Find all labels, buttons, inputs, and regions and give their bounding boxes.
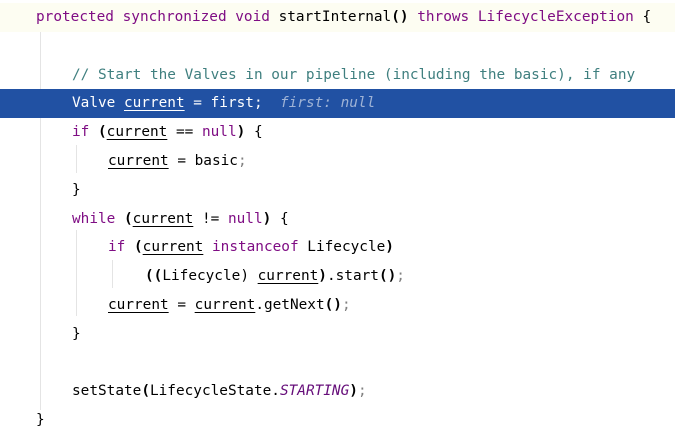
code-token: .start [326, 268, 379, 285]
code-token: if [108, 239, 134, 256]
code-editor[interactable]: protected synchronized void startInterna… [0, 0, 675, 427]
code-line[interactable]: } [0, 406, 675, 427]
code-token: ; [357, 383, 367, 400]
code-line[interactable]: } [0, 176, 675, 205]
code-token: current [257, 268, 319, 285]
code-token: ( [123, 210, 133, 227]
code-token: ( [134, 239, 143, 256]
code-text: while (current != null) { [72, 205, 289, 234]
code-token: ) [349, 383, 358, 400]
code-token: current [108, 153, 169, 169]
code-line[interactable]: // Start the Valves in our pipeline (inc… [0, 61, 675, 90]
code-line[interactable]: while (current != null) { [0, 205, 675, 234]
code-token: setState [72, 383, 142, 400]
code-token: = first; [184, 95, 280, 112]
code-token: Lifecycle [307, 239, 386, 256]
code-token: = [168, 297, 195, 313]
code-line[interactable] [0, 32, 675, 61]
code-token: // Start the Valves in our pipeline (inc… [72, 66, 636, 83]
code-token: { [245, 124, 263, 141]
code-token: LifecycleException [477, 9, 634, 25]
code-token: current [108, 297, 169, 313]
code-text: } [72, 320, 81, 349]
code-line[interactable] [0, 349, 675, 378]
code-token: ; [341, 297, 351, 313]
code-token: instanceof [203, 239, 308, 256]
code-token: () [324, 297, 342, 313]
code-line[interactable]: ((Lifecycle) current).start(); [0, 262, 675, 291]
code-token: LifecycleState. [149, 383, 280, 400]
code-token: { [633, 9, 652, 25]
code-text: // Start the Valves in our pipeline (inc… [72, 61, 635, 90]
code-token: } [72, 325, 81, 342]
code-token: ; [237, 153, 247, 169]
code-token: ) [236, 124, 246, 141]
code-text: Valve current = first; first: null [72, 89, 375, 118]
code-token: protected synchronized void [36, 9, 279, 25]
code-text: } [36, 406, 45, 427]
code-token: } [36, 412, 45, 427]
code-text: ((Lifecycle) current).start(); [145, 262, 405, 291]
code-token: () [391, 9, 409, 25]
code-token: } [72, 181, 81, 198]
code-token: != [193, 210, 228, 227]
code-line[interactable]: if (current instanceof Lifecycle) [0, 233, 675, 262]
code-token: { [271, 210, 289, 227]
code-token: current [132, 210, 194, 227]
code-token: current [142, 239, 204, 256]
code-token: ) [318, 268, 327, 285]
code-token: current [106, 124, 168, 141]
inline-debug-value: first: null [279, 95, 376, 112]
code-line[interactable]: current = current.getNext(); [0, 291, 675, 320]
code-text: current = current.getNext(); [108, 291, 351, 320]
code-token: ) [262, 210, 272, 227]
current-execution-line[interactable]: Valve current = first; first: null [0, 89, 675, 119]
code-token: () [378, 268, 397, 285]
code-token: ; [396, 268, 405, 285]
code-token: ( [98, 124, 107, 141]
code-token: == [167, 124, 202, 141]
code-token: if [72, 124, 98, 141]
code-line[interactable]: setState(LifecycleState.STARTING); [0, 377, 675, 406]
code-line[interactable]: protected synchronized void startInterna… [0, 3, 675, 32]
code-token: ) [240, 268, 258, 285]
code-token: ) [385, 239, 394, 256]
code-token: (( [145, 268, 163, 285]
code-text: current = basic; [108, 147, 247, 176]
code-line[interactable]: } [0, 320, 675, 349]
code-token: null [201, 124, 237, 141]
code-token: .getNext [255, 297, 325, 313]
code-token: Lifecycle [162, 268, 241, 285]
code-token: ( [141, 383, 150, 400]
code-text: protected synchronized void startInterna… [36, 3, 651, 32]
code-text: setState(LifecycleState.STARTING); [72, 377, 367, 406]
code-line[interactable]: current = basic; [0, 147, 675, 176]
code-text: if (current == null) { [72, 118, 263, 147]
code-token: current [123, 95, 185, 112]
code-text: } [72, 176, 81, 205]
code-token: while [72, 210, 124, 227]
code-text: if (current instanceof Lifecycle) [108, 233, 394, 262]
code-token: current [194, 297, 256, 313]
code-token: throws [408, 9, 478, 25]
code-token: STARTING [279, 383, 350, 400]
code-token: = basic [168, 153, 238, 169]
code-token: null [227, 210, 263, 227]
code-line[interactable]: if (current == null) { [0, 118, 675, 147]
code-token: startInternal [278, 9, 392, 25]
code-token: Valve [72, 95, 124, 112]
